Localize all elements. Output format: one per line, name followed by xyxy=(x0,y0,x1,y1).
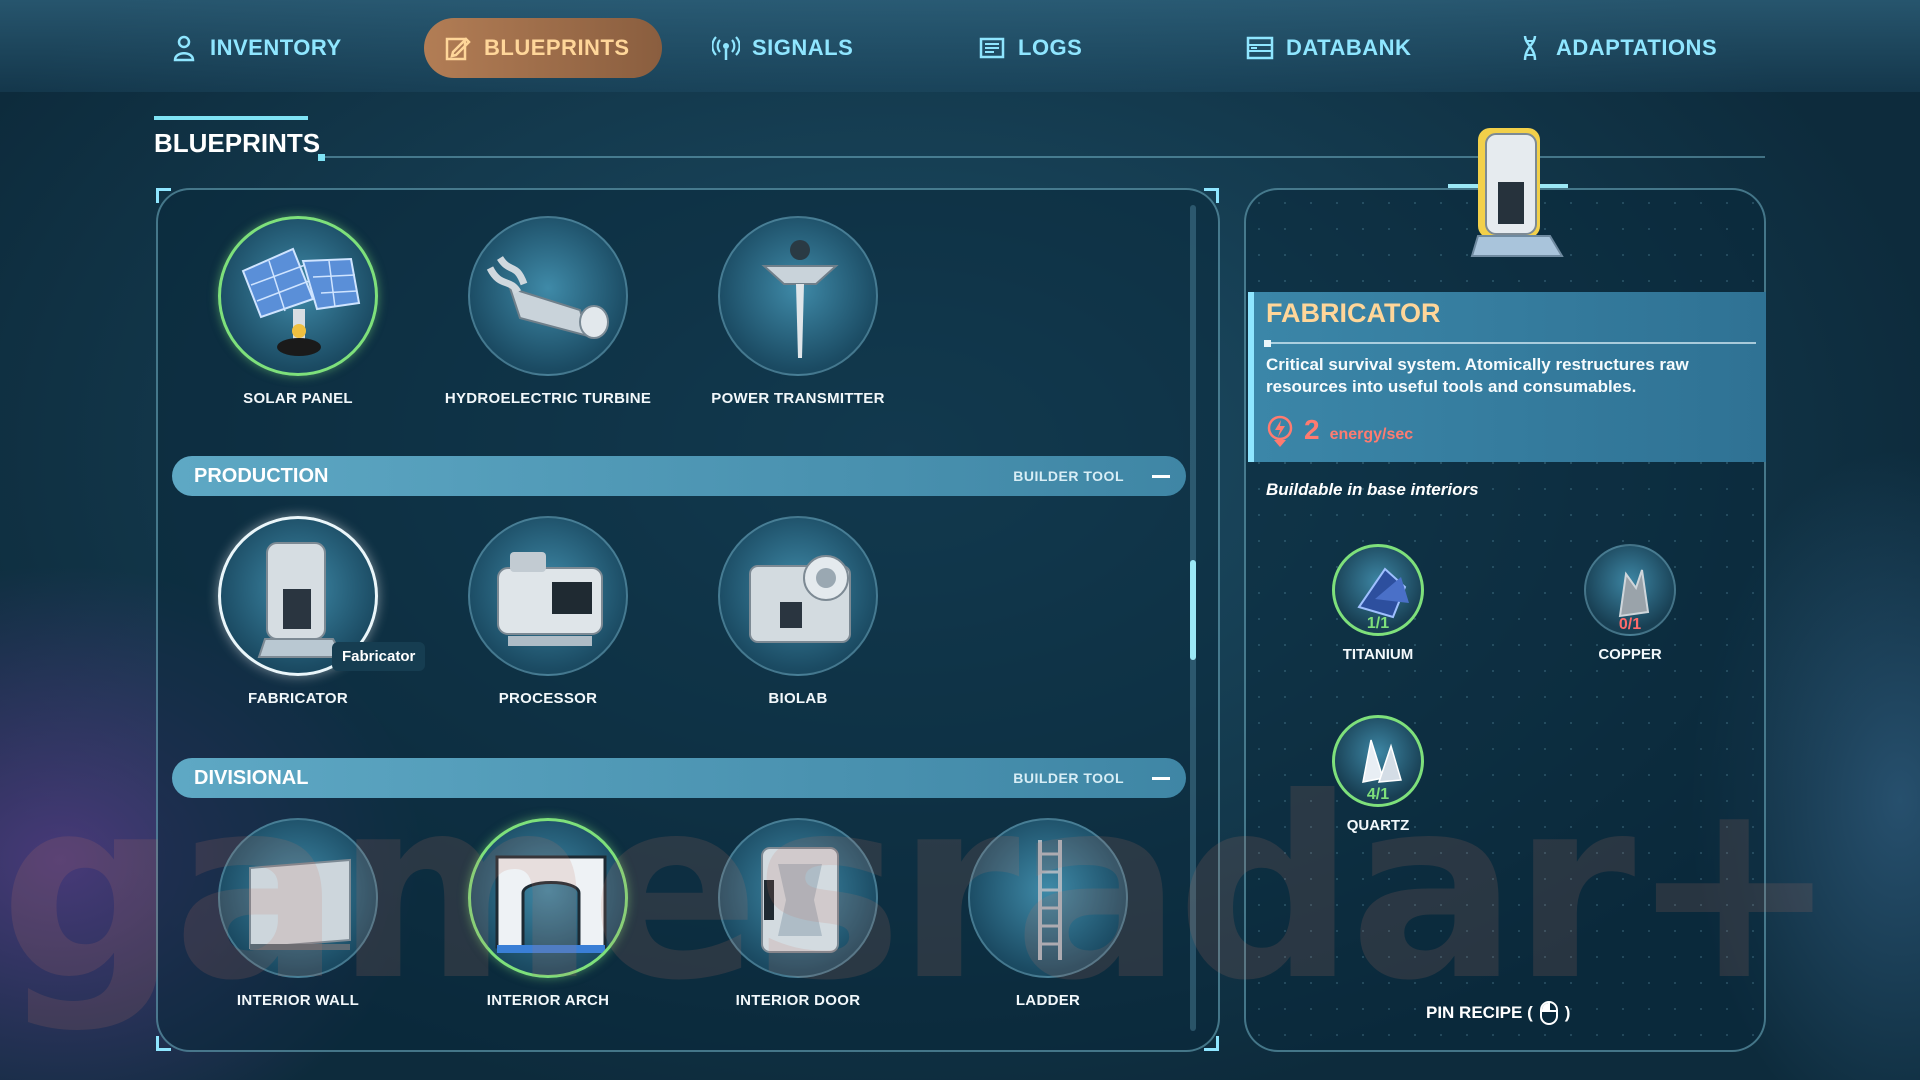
interior-arch-icon xyxy=(468,818,628,978)
blueprint-processor[interactable]: PROCESSOR xyxy=(423,516,673,707)
ladder-icon xyxy=(968,818,1128,978)
category-tool: BUILDER TOOL xyxy=(1013,770,1124,786)
resource-copper: 0/1 COPPER xyxy=(1560,544,1700,663)
blueprint-label: LADDER xyxy=(1015,992,1081,1009)
biolab-icon xyxy=(718,516,878,676)
page-title: BLUEPRINTS xyxy=(154,128,321,158)
blueprint-label: INTERIOR DOOR xyxy=(735,992,861,1009)
blueprint-ladder[interactable]: LADDER xyxy=(923,818,1173,1009)
section-divider-dot xyxy=(318,154,325,161)
blueprint-label: POWER TRANSMITTER xyxy=(711,390,885,407)
blueprint-interior-wall[interactable]: INTERIOR WALL xyxy=(173,818,423,1009)
resource-name: TITANIUM xyxy=(1342,646,1414,663)
resource-quartz: 4/1 QUARTZ xyxy=(1308,715,1448,834)
blueprint-label: INTERIOR WALL xyxy=(236,992,360,1009)
blueprint-icon xyxy=(445,37,471,61)
blueprint-power-transmitter[interactable]: POWER TRANSMITTER xyxy=(673,216,923,407)
interior-wall-icon xyxy=(218,818,378,978)
resource-name: QUARTZ xyxy=(1346,817,1410,834)
transmitter-icon xyxy=(718,216,878,376)
blueprint-interior-door[interactable]: INTERIOR DOOR xyxy=(673,818,923,1009)
category-production[interactable]: PRODUCTION BUILDER TOOL xyxy=(172,456,1186,496)
tab-label: LOGS xyxy=(1018,35,1083,60)
detail-title-divider-dot xyxy=(1264,340,1271,347)
corner-marker xyxy=(156,188,171,203)
dna-icon xyxy=(1523,35,1537,61)
corner-marker xyxy=(1204,1036,1219,1051)
titanium-icon: 1/1 xyxy=(1332,544,1424,636)
tab-label: INVENTORY xyxy=(210,35,342,60)
energy-cost: 2 energy/sec xyxy=(1266,414,1413,448)
mouse-icon xyxy=(1539,1001,1558,1025)
pin-recipe-close: ) xyxy=(1564,1003,1571,1022)
solar-panel-icon xyxy=(218,216,378,376)
person-icon xyxy=(173,35,195,62)
resource-count: 4/1 xyxy=(1366,786,1390,803)
blueprint-label: INTERIOR ARCH xyxy=(486,992,610,1009)
category-name: DIVISIONAL xyxy=(194,766,309,789)
pin-recipe[interactable]: PIN RECIPE ( ) xyxy=(1426,1000,1570,1026)
category-divisional[interactable]: DIVISIONAL BUILDER TOOL xyxy=(172,758,1186,798)
detail-title: FABRICATOR xyxy=(1266,298,1441,328)
category-tool: BUILDER TOOL xyxy=(1013,468,1124,484)
resource-titanium: 1/1 TITANIUM xyxy=(1308,544,1448,663)
turbine-icon xyxy=(468,216,628,376)
blueprint-label: HYDROELECTRIC TURBINE xyxy=(444,390,652,407)
tab-databank[interactable]: DATABANK xyxy=(1226,18,1431,78)
tab-adaptations[interactable]: ADAPTATIONS xyxy=(1496,18,1737,78)
interior-door-icon xyxy=(718,818,878,978)
corner-marker xyxy=(156,1036,171,1051)
log-icon xyxy=(979,37,1005,59)
quartz-icon: 4/1 xyxy=(1332,715,1424,807)
corner-marker xyxy=(1204,188,1219,203)
tab-label: SIGNALS xyxy=(752,35,854,60)
blueprint-interior-arch[interactable]: INTERIOR ARCH xyxy=(423,818,673,1009)
energy-value: 2 xyxy=(1304,414,1320,445)
tab-label: DATABANK xyxy=(1286,35,1412,60)
copper-icon: 0/1 xyxy=(1584,544,1676,636)
tab-label: BLUEPRINTS xyxy=(484,35,630,60)
fabricator-preview-image xyxy=(1448,128,1568,257)
section-accent xyxy=(154,116,308,120)
tab-blueprints[interactable]: BLUEPRINTS xyxy=(424,18,662,78)
tab-label: ADAPTATIONS xyxy=(1556,35,1718,60)
detail-description: Critical survival system. Atomically res… xyxy=(1266,355,1689,396)
tab-inventory[interactable]: INVENTORY xyxy=(150,18,362,78)
buildable-note: Buildable in base interiors xyxy=(1266,480,1479,499)
scrollbar-thumb[interactable] xyxy=(1190,560,1196,660)
category-name: PRODUCTION xyxy=(194,464,329,487)
processor-icon xyxy=(468,516,628,676)
blueprint-hydroelectric-turbine[interactable]: HYDROELECTRIC TURBINE xyxy=(423,216,673,407)
top-nav: INVENTORY BLUEPRINTS SIGNALS LOGS DATABA… xyxy=(150,18,1770,78)
blueprint-label: BIOLAB xyxy=(768,690,828,707)
blueprint-label: FABRICATOR xyxy=(248,690,348,707)
collapse-icon[interactable] xyxy=(1152,776,1170,780)
energy-icon xyxy=(1267,415,1293,447)
blueprint-label: PROCESSOR xyxy=(498,690,598,707)
signal-icon xyxy=(712,36,740,60)
detail-title-divider xyxy=(1266,342,1756,344)
resource-count: 0/1 xyxy=(1618,616,1642,633)
blueprint-biolab[interactable]: BIOLAB xyxy=(673,516,923,707)
pin-recipe-label: PIN RECIPE ( xyxy=(1426,1003,1533,1022)
resource-name: COPPER xyxy=(1598,646,1662,663)
energy-unit: energy/sec xyxy=(1329,426,1414,443)
blueprint-solar-panel[interactable]: SOLAR PANEL xyxy=(173,216,423,407)
collapse-icon[interactable] xyxy=(1152,474,1170,478)
blueprint-fabricator[interactable]: FABRICATOR xyxy=(173,516,423,707)
resource-count: 1/1 xyxy=(1366,615,1390,632)
hover-tooltip: Fabricator xyxy=(332,642,426,671)
tab-logs[interactable]: LOGS xyxy=(958,18,1102,78)
databank-icon xyxy=(1246,36,1274,60)
tab-signals[interactable]: SIGNALS xyxy=(692,18,873,78)
blueprint-label: SOLAR PANEL xyxy=(243,390,353,407)
